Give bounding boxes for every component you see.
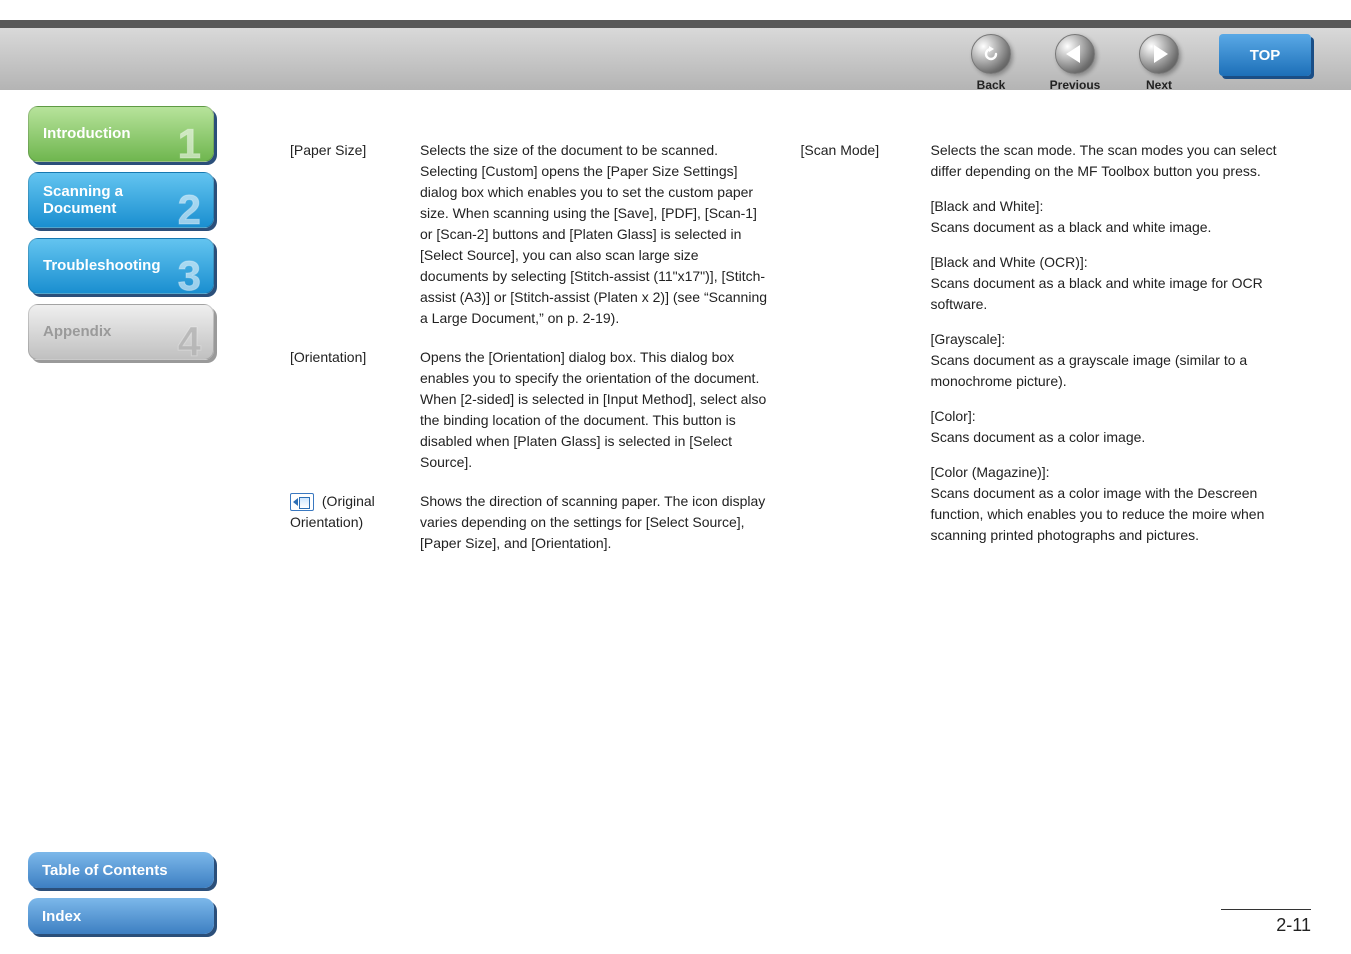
term: (Original Orientation) (290, 491, 420, 554)
sidebar-item-label: Scanning a Document (43, 183, 199, 218)
page-number-rule (1221, 909, 1311, 910)
def-orientation: [Orientation] Opens the [Orientation] di… (290, 347, 771, 473)
sidebar-item-label: Introduction (43, 125, 130, 142)
desc: Shows the direction of scanning paper. T… (420, 491, 771, 554)
back-label: Back (949, 78, 1033, 92)
desc: Opens the [Orientation] dialog box. This… (420, 347, 771, 473)
term: [Scan Mode] (801, 140, 931, 546)
sidebar-item-label: Appendix (43, 323, 111, 340)
next-button[interactable] (1139, 34, 1179, 74)
mode-body: Scans document as a color image with the… (931, 485, 1265, 543)
index-button[interactable]: Index (28, 898, 214, 934)
sidebar-item-introduction[interactable]: Introduction 1 (28, 106, 214, 162)
desc: Selects the scan mode. The scan modes yo… (931, 140, 1282, 546)
page-number: 2-11 (1276, 915, 1311, 936)
scan-mode-intro: Selects the scan mode. The scan modes yo… (931, 142, 1277, 179)
index-label: Index (42, 908, 81, 925)
mode-bw: [Black and White]: Scans document as a b… (931, 196, 1282, 238)
def-paper-size: [Paper Size] Selects the size of the doc… (290, 140, 771, 329)
previous-label: Previous (1033, 78, 1117, 92)
original-orientation-icon (290, 493, 314, 511)
mode-head: [Black and White (OCR)]: (931, 252, 1282, 273)
mode-head: [Color]: (931, 406, 1282, 427)
top-nav: Back Previous Next (949, 34, 1201, 92)
sidebar-item-number: 4 (178, 321, 201, 363)
sidebar-item-troubleshooting[interactable]: Troubleshooting 3 (28, 238, 214, 294)
sidebar-item-scanning[interactable]: Scanning a Document 2 (28, 172, 214, 228)
top-dark-bar (0, 20, 1351, 28)
content-area: [Paper Size] Selects the size of the doc… (290, 140, 1311, 884)
bottom-left-nav: Table of Contents Index (28, 842, 220, 934)
mode-color-magazine: [Color (Magazine)]: Scans document as a … (931, 462, 1282, 546)
mode-head: [Color (Magazine)]: (931, 462, 1282, 483)
def-original-orientation: (Original Orientation) Shows the directi… (290, 491, 771, 554)
def-scan-mode: [Scan Mode] Selects the scan mode. The s… (801, 140, 1282, 546)
top-button-label: TOP (1250, 47, 1281, 64)
back-button[interactable] (971, 34, 1011, 74)
mode-body: Scans document as a grayscale image (sim… (931, 352, 1248, 389)
mode-bw-ocr: [Black and White (OCR)]: Scans document … (931, 252, 1282, 315)
desc: Selects the size of the document to be s… (420, 140, 771, 329)
sidebar: Introduction 1 Scanning a Document 2 Tro… (28, 106, 220, 370)
mode-body: Scans document as a color image. (931, 429, 1146, 445)
mode-color: [Color]: Scans document as a color image… (931, 406, 1282, 448)
right-column: [Scan Mode] Selects the scan mode. The s… (801, 140, 1312, 572)
mode-body: Scans document as a black and white imag… (931, 219, 1212, 235)
toc-button[interactable]: Table of Contents (28, 852, 214, 888)
previous-icon (1066, 45, 1080, 63)
previous-button[interactable] (1055, 34, 1095, 74)
sidebar-item-number: 3 (178, 255, 201, 297)
term: [Orientation] (290, 347, 420, 473)
sidebar-item-label: Troubleshooting (43, 257, 161, 274)
mode-head: [Grayscale]: (931, 329, 1282, 350)
next-icon (1154, 45, 1168, 63)
mode-body: Scans document as a black and white imag… (931, 275, 1263, 312)
sidebar-item-number: 1 (178, 123, 201, 165)
top-button[interactable]: TOP (1219, 34, 1311, 76)
toc-label: Table of Contents (42, 862, 168, 879)
term: [Paper Size] (290, 140, 420, 329)
sidebar-item-appendix[interactable]: Appendix 4 (28, 304, 214, 360)
mode-grayscale: [Grayscale]: Scans document as a graysca… (931, 329, 1282, 392)
next-label: Next (1117, 78, 1201, 92)
left-column: [Paper Size] Selects the size of the doc… (290, 140, 801, 572)
mode-head: [Black and White]: (931, 196, 1282, 217)
back-icon (982, 45, 1000, 63)
